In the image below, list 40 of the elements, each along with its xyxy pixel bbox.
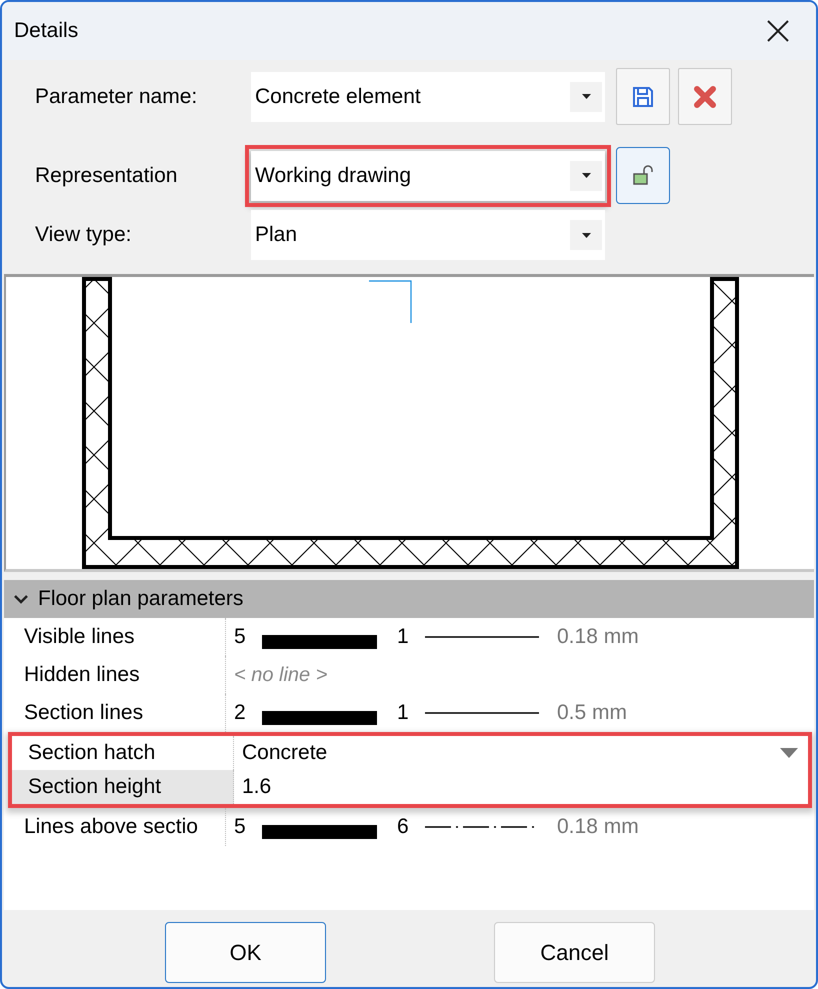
section-header[interactable]: Floor plan parameters xyxy=(4,580,814,618)
line-width-value: 0.18 mm xyxy=(557,815,639,839)
unlocked-padlock-icon xyxy=(632,164,654,186)
dropdown-arrow-icon xyxy=(780,748,798,758)
pen-number: 5 xyxy=(234,815,247,839)
pen-number: 5 xyxy=(234,625,247,649)
line-width-value: 0.18 mm xyxy=(557,625,639,649)
pen-number: 2 xyxy=(234,701,247,725)
line-width-value: 0.5 mm xyxy=(557,701,628,725)
dropdown-arrow-icon xyxy=(582,173,590,178)
dropdown-arrow-icon xyxy=(582,94,590,99)
property-label[interactable]: Section lines xyxy=(4,694,226,732)
dialog-button[interactable]: OK xyxy=(165,922,326,983)
delete-button[interactable] xyxy=(678,68,732,125)
property-label[interactable]: Section height xyxy=(12,770,234,804)
dropdown-arrow-icon xyxy=(582,232,590,238)
dropdown-field[interactable]: Concrete xyxy=(242,736,808,770)
line-type-number: 1 xyxy=(397,625,410,649)
delete-icon xyxy=(693,84,717,108)
line-type-number: 6 xyxy=(397,815,410,839)
property-label[interactable]: Hidden lines xyxy=(4,656,226,694)
field-label: Representation xyxy=(35,164,178,188)
corner-mark xyxy=(369,280,412,323)
section-title: Floor plan parameters xyxy=(38,587,244,611)
property-label[interactable]: Lines above sectio xyxy=(4,808,226,846)
line-type-number: 1 xyxy=(397,701,410,725)
field-label: Parameter name: xyxy=(35,84,198,108)
save-icon xyxy=(632,86,654,108)
dropdown-field[interactable]: Plan xyxy=(251,210,605,260)
dropdown-field[interactable]: Concrete element xyxy=(251,72,605,122)
property-label[interactable]: Visible lines xyxy=(4,618,226,656)
close-icon xyxy=(767,20,789,42)
save-button[interactable] xyxy=(616,68,670,125)
dropdown-field[interactable]: Working drawing xyxy=(251,150,605,200)
input-field[interactable]: 1.6 xyxy=(242,775,808,799)
property-value: < no line > xyxy=(234,664,328,686)
lock-button[interactable] xyxy=(616,147,670,204)
window-title: Details xyxy=(14,19,78,43)
field-label: View type: xyxy=(35,223,132,247)
dialog-button[interactable]: Cancel xyxy=(494,922,655,983)
